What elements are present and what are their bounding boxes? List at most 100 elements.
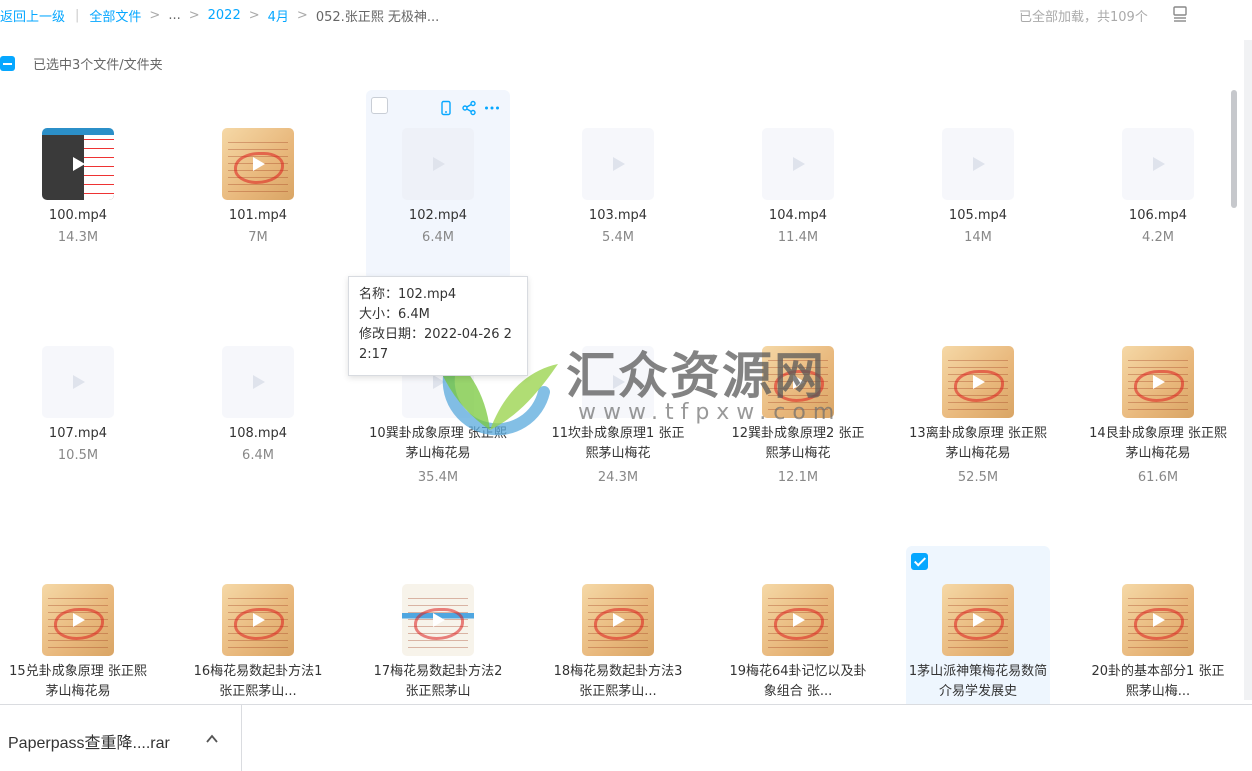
file-tile[interactable]: 13离卦成象原理 张正熙茅山梅花易 52.5M [906, 308, 1050, 498]
play-icon [609, 611, 627, 629]
file-tile[interactable]: 15兑卦成象原理 张正熙茅山梅花易 [6, 546, 150, 704]
breadcrumb-all-files[interactable]: 全部文件 [89, 6, 141, 25]
file-size: 24.3M [597, 470, 639, 485]
video-thumbnail [42, 346, 114, 418]
download-item[interactable]: Paperpass查重降....rar [0, 705, 242, 771]
download-bar: Paperpass查重降....rar [0, 704, 1252, 771]
video-thumbnail [582, 584, 654, 656]
window-edge [1244, 40, 1252, 700]
file-name: 16梅花易数起卦方法1 张正熙茅山... [193, 664, 323, 699]
file-size: 12.1M [777, 470, 819, 485]
file-name: 11坎卦成象原理1 张正熙茅山梅花 [551, 426, 685, 461]
file-name: 19梅花64卦记忆以及卦象组合 张... [729, 664, 867, 699]
file-tile[interactable]: 104.mp4 11.4M [726, 90, 870, 280]
play-icon [789, 155, 807, 173]
video-thumbnail [42, 128, 114, 200]
file-tile[interactable]: 107.mp4 10.5M [6, 308, 150, 498]
play-icon [69, 373, 87, 391]
file-size: 11.4M [777, 230, 819, 245]
file-name: 15兑卦成象原理 张正熙茅山梅花易 [9, 664, 147, 699]
chevron-up-icon[interactable] [205, 731, 219, 745]
file-tile[interactable]: 17梅花易数起卦方法2 张正熙茅山 [366, 546, 510, 704]
file-checkbox[interactable] [371, 97, 388, 114]
play-icon [789, 611, 807, 629]
file-tile[interactable]: 12巽卦成象原理2 张正熙茅山梅花 12.1M [726, 308, 870, 498]
tooltip-name: 名称：102.mp4 [359, 287, 457, 302]
file-name: 104.mp4 [768, 208, 828, 223]
file-tile[interactable]: 18梅花易数起卦方法3 张正熙茅山... [546, 546, 690, 704]
file-tile[interactable]: 16梅花易数起卦方法1 张正熙茅山... [186, 546, 330, 704]
tooltip-modified: 修改日期：2022-04-26 22:17 [359, 327, 512, 362]
phone-icon[interactable] [438, 100, 454, 116]
play-icon [429, 155, 447, 173]
share-icon[interactable] [461, 100, 477, 116]
file-name: 13离卦成象原理 张正熙茅山梅花易 [909, 426, 1047, 461]
file-name: 12巽卦成象原理2 张正熙茅山梅花 [731, 426, 865, 461]
vertical-scrollbar[interactable] [1229, 88, 1239, 700]
file-checkbox-checked[interactable] [911, 553, 928, 570]
chevron-right-icon: > [296, 8, 308, 23]
file-name: 17梅花易数起卦方法2 张正熙茅山 [373, 664, 503, 699]
file-tile[interactable]: 106.mp4 4.2M [1086, 90, 1230, 280]
breadcrumb-current-folder: 052.张正熙 无极神... [315, 10, 440, 25]
file-tile[interactable]: 103.mp4 5.4M [546, 90, 690, 280]
play-icon [609, 373, 627, 391]
tooltip-size: 大小：6.4M [359, 307, 430, 322]
top-bar: 返回上一级 | 全部文件 > ... > 2022 > 4月 > 052.张正熙… [0, 0, 1252, 30]
play-icon [429, 611, 447, 629]
video-thumbnail [1122, 128, 1194, 200]
file-size: 4.2M [1142, 230, 1174, 245]
file-tile[interactable]: 101.mp4 7M [186, 90, 330, 280]
play-icon [609, 155, 627, 173]
list-view-icon[interactable] [1172, 5, 1188, 23]
video-thumbnail [222, 346, 294, 418]
select-all-checkbox[interactable] [0, 55, 15, 71]
video-thumbnail [582, 128, 654, 200]
play-icon [969, 611, 987, 629]
video-thumbnail [1122, 346, 1194, 418]
file-tile-hovered[interactable]: 102.mp4 6.4M [366, 90, 510, 280]
download-file-name: Paperpass查重降....rar [8, 735, 170, 752]
file-size: 14M [964, 230, 992, 245]
file-tile[interactable]: 108.mp4 6.4M [186, 308, 330, 498]
file-size: 7M [248, 230, 268, 245]
play-icon [249, 611, 267, 629]
video-thumbnail [942, 346, 1014, 418]
video-thumbnail [762, 346, 834, 418]
play-icon [969, 155, 987, 173]
file-name: 10巽卦成象原理 张正熙茅山梅花易 [369, 426, 507, 461]
scrollbar-thumb[interactable] [1231, 90, 1237, 208]
file-grid: 100.mp4 14.3M 101.mp4 7M 102.mp4 6.4M 10… [0, 90, 1230, 704]
play-icon [249, 155, 267, 173]
breadcrumb-april[interactable]: 4月 [268, 6, 289, 25]
file-name: 103.mp4 [588, 208, 648, 223]
file-tile[interactable]: 14艮卦成象原理 张正熙茅山梅花易 61.6M [1086, 308, 1230, 498]
file-name: 100.mp4 [48, 208, 108, 223]
video-thumbnail [402, 584, 474, 656]
file-size: 52.5M [957, 470, 999, 485]
file-name: 102.mp4 [408, 208, 468, 223]
file-name: 105.mp4 [948, 208, 1008, 223]
file-tile-selected[interactable]: 1茅山派神策梅花易数简介易学发展史 [906, 546, 1050, 704]
play-icon [1149, 155, 1167, 173]
video-thumbnail [582, 346, 654, 418]
breadcrumb-ellipsis[interactable]: ... [168, 8, 180, 23]
file-name: 1茅山派神策梅花易数简介易学发展史 [908, 664, 1048, 699]
play-icon [69, 155, 87, 173]
file-tile[interactable]: 20卦的基本部分1 张正熙茅山梅... [1086, 546, 1230, 704]
file-tile[interactable]: 11坎卦成象原理1 张正熙茅山梅花 24.3M [546, 308, 690, 498]
file-name: 18梅花易数起卦方法3 张正熙茅山... [553, 664, 683, 699]
file-name: 20卦的基本部分1 张正熙茅山梅... [1091, 664, 1225, 699]
back-link[interactable]: 返回上一级 [0, 6, 65, 25]
more-icon[interactable] [484, 100, 500, 116]
file-tile[interactable]: 105.mp4 14M [906, 90, 1050, 280]
breadcrumb: 返回上一级 | 全部文件 > ... > 2022 > 4月 > 052.张正熙… [0, 6, 439, 25]
breadcrumb-2022[interactable]: 2022 [208, 8, 241, 23]
play-icon [1149, 611, 1167, 629]
file-tile[interactable]: 19梅花64卦记忆以及卦象组合 张... [726, 546, 870, 704]
play-icon [789, 373, 807, 391]
video-thumbnail [1122, 584, 1194, 656]
file-size: 6.4M [422, 230, 454, 245]
file-tile[interactable]: 100.mp4 14.3M [6, 90, 150, 280]
file-info-tooltip: 名称：102.mp4 大小：6.4M 修改日期：2022-04-26 22:17 [348, 276, 528, 376]
